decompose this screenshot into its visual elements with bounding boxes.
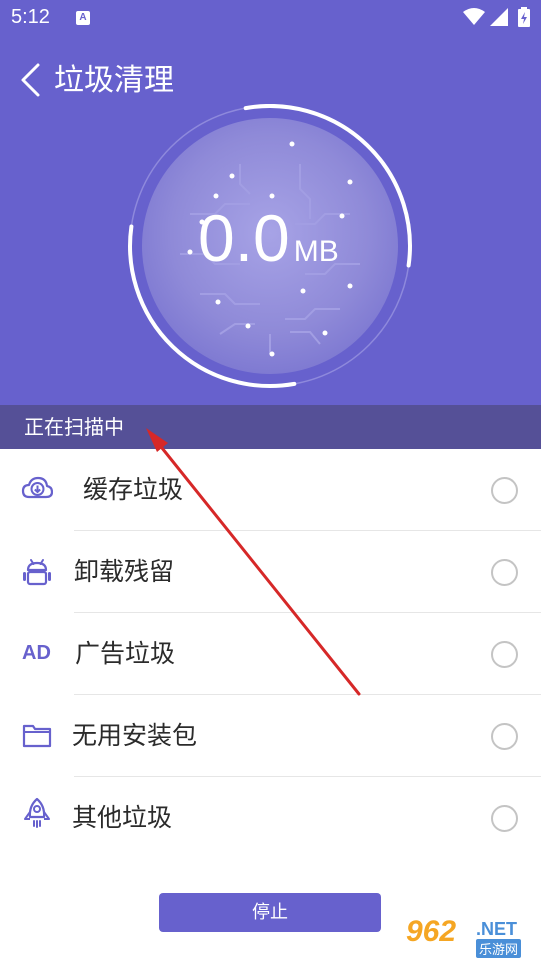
- list-item-label: 缓存垃圾: [83, 475, 184, 504]
- android-icon: [23, 559, 51, 586]
- radio-button[interactable]: [491, 477, 518, 504]
- scan-status-text: 正在扫描中: [24, 415, 124, 439]
- list-item-unused-packages[interactable]: 无用安装包: [0, 695, 541, 777]
- watermark-domain: .NET: [476, 919, 518, 939]
- junk-size-unit: MB: [293, 235, 339, 268]
- scan-status-bar: 正在扫描中: [0, 405, 541, 449]
- header-panel: 5:12 A 垃圾清理 0.0 MB: [0, 0, 541, 405]
- radio-button[interactable]: [491, 641, 518, 668]
- signal-icon: [490, 8, 508, 26]
- stop-button[interactable]: 停止: [159, 893, 381, 932]
- folder-icon: [22, 724, 52, 748]
- wifi-icon: [463, 8, 485, 25]
- battery-icon: [518, 7, 530, 27]
- list-item-label: 广告垃圾: [75, 639, 176, 668]
- list-item-uninstall-residue[interactable]: 卸载残留: [0, 531, 541, 613]
- radio-button[interactable]: [491, 559, 518, 586]
- list-item-other-junk[interactable]: 其他垃圾: [0, 777, 541, 859]
- radio-button[interactable]: [491, 723, 518, 750]
- status-bar: 5:12 A: [0, 0, 541, 36]
- list-item-label: 无用安装包: [72, 721, 198, 750]
- watermark-site-name: 乐游网: [476, 939, 522, 958]
- site-watermark-logo: 962 .NET 乐游网: [402, 915, 538, 959]
- notification-icon: A: [76, 11, 90, 25]
- status-time: 5:12: [11, 6, 50, 28]
- list-item-label: 卸载残留: [74, 557, 175, 586]
- list-item-label: 其他垃圾: [72, 803, 173, 832]
- radio-button[interactable]: [491, 805, 518, 832]
- back-arrow-icon[interactable]: [18, 62, 44, 98]
- page-title: 垃圾清理: [54, 63, 174, 98]
- cloud-download-icon: [21, 476, 53, 499]
- junk-size-readout: 0.0 MB: [198, 200, 339, 276]
- junk-size-value: 0.0: [198, 201, 290, 275]
- rocket-icon: [24, 797, 50, 828]
- ad-icon: AD: [22, 642, 51, 664]
- list-item-ad-junk[interactable]: AD 广告垃圾: [0, 613, 541, 695]
- watermark-number: 962: [406, 915, 457, 948]
- list-item-cache[interactable]: 缓存垃圾: [0, 449, 541, 531]
